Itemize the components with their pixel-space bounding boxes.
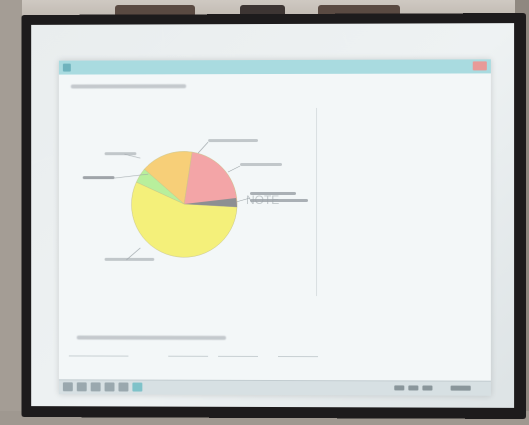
start-button[interactable] bbox=[62, 382, 73, 392]
chart-overlay-text: NOTE bbox=[246, 193, 279, 207]
label-blur bbox=[240, 162, 282, 167]
window-content: NOTE bbox=[59, 73, 491, 381]
tray-icon[interactable] bbox=[394, 385, 405, 391]
leader-line bbox=[198, 142, 209, 154]
taskbar-app[interactable] bbox=[76, 382, 87, 392]
projection-screen-frame: NOTE bbox=[21, 13, 527, 419]
form-field[interactable] bbox=[277, 348, 319, 358]
window-icon bbox=[62, 63, 71, 72]
label-blur bbox=[83, 176, 115, 180]
wall-left bbox=[0, 0, 22, 425]
leader-line bbox=[228, 165, 241, 173]
form-field[interactable] bbox=[218, 347, 259, 357]
blurry-heading bbox=[70, 84, 187, 89]
projection-screen: NOTE bbox=[31, 23, 515, 408]
tray-icon[interactable] bbox=[408, 385, 419, 391]
blurry-caption bbox=[76, 335, 227, 340]
taskbar-app[interactable] bbox=[104, 382, 115, 392]
label-blur bbox=[104, 258, 155, 262]
tray-icon[interactable] bbox=[422, 385, 433, 391]
label-blur bbox=[104, 152, 137, 156]
taskbar bbox=[58, 379, 491, 396]
pie-slice-pink bbox=[184, 152, 238, 208]
form-row bbox=[68, 334, 368, 358]
projected-window: NOTE bbox=[58, 59, 491, 396]
pie-chart: NOTE bbox=[83, 139, 308, 262]
chart-panel: NOTE bbox=[68, 107, 318, 297]
taskbar-app[interactable] bbox=[118, 382, 129, 392]
taskbar-app[interactable] bbox=[90, 382, 101, 392]
label-blur bbox=[208, 139, 259, 143]
close-button[interactable] bbox=[472, 61, 487, 71]
form-field[interactable] bbox=[168, 347, 209, 357]
form-field[interactable] bbox=[68, 347, 129, 357]
window-titlebar bbox=[58, 59, 491, 75]
taskbar-app-active[interactable] bbox=[132, 382, 143, 392]
tray-clock bbox=[450, 385, 471, 391]
